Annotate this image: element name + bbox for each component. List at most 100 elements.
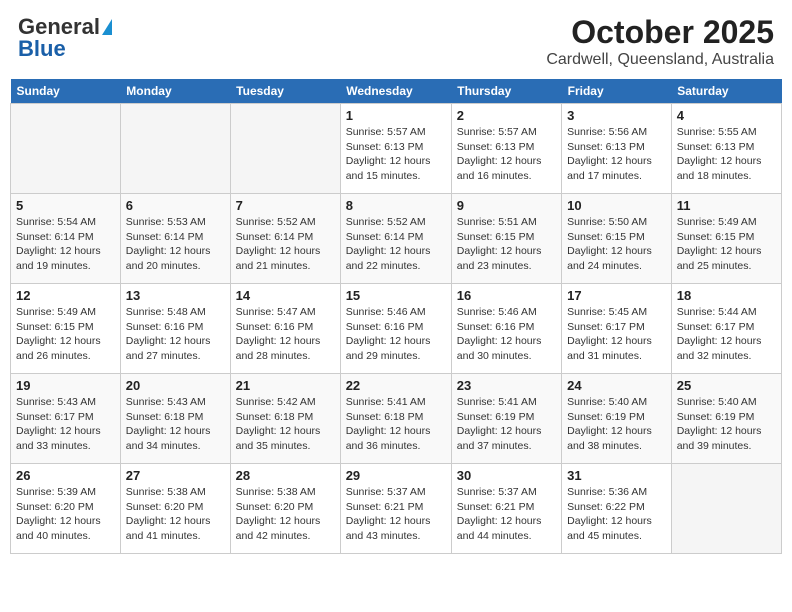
calendar-cell: 20Sunrise: 5:43 AMSunset: 6:18 PMDayligh…: [120, 374, 230, 464]
day-info: Sunrise: 5:37 AMSunset: 6:21 PMDaylight:…: [457, 485, 556, 544]
day-number: 3: [567, 108, 666, 123]
day-number: 30: [457, 468, 556, 483]
day-info: Sunrise: 5:44 AMSunset: 6:17 PMDaylight:…: [677, 305, 776, 364]
day-number: 23: [457, 378, 556, 393]
calendar-week-row: 1 Sunrise: 5:57 AMSunset: 6:13 PMDaylight…: [11, 104, 782, 194]
weekday-header-monday: Monday: [120, 79, 230, 104]
calendar-week-row: 26Sunrise: 5:39 AMSunset: 6:20 PMDayligh…: [11, 464, 782, 554]
day-number: 14: [236, 288, 335, 303]
day-number: 11: [677, 198, 776, 213]
day-info: Sunrise: 5:39 AMSunset: 6:20 PMDaylight:…: [16, 485, 115, 544]
day-number: 22: [346, 378, 446, 393]
calendar-cell: [230, 104, 340, 194]
day-number: 16: [457, 288, 556, 303]
calendar-cell: 2Sunrise: 5:57 AMSunset: 6:13 PMDaylight…: [451, 104, 561, 194]
calendar-cell: 10 Sunrise: 5:50 AMSunset: 6:15 PMDayligh…: [562, 194, 672, 284]
day-info: Sunrise: 5:49 AMSunset: 6:15 PMDaylight:…: [16, 305, 115, 364]
calendar-week-row: 12 Sunrise: 5:49 AMSunset: 6:15 PMDayligh…: [11, 284, 782, 374]
day-info: Sunrise: 5:50 AMSunset: 6:15 PMDaylight:…: [567, 215, 666, 274]
calendar-cell: 3Sunrise: 5:56 AMSunset: 6:13 PMDaylight…: [562, 104, 672, 194]
day-number: 19: [16, 378, 115, 393]
day-number: 2: [457, 108, 556, 123]
day-info: Sunrise: 5:57 AMSunset: 6:13 PMDaylight:…: [346, 125, 446, 184]
day-number: 10: [567, 198, 666, 213]
calendar-cell: 24Sunrise: 5:40 AMSunset: 6:19 PMDayligh…: [562, 374, 672, 464]
location-text: Cardwell, Queensland, Australia: [546, 51, 774, 69]
calendar-cell: [671, 464, 781, 554]
weekday-header-friday: Friday: [562, 79, 672, 104]
day-info: Sunrise: 5:36 AMSunset: 6:22 PMDaylight:…: [567, 485, 666, 544]
calendar-cell: 19 Sunrise: 5:43 AMSunset: 6:17 PMDayligh…: [11, 374, 121, 464]
day-info: Sunrise: 5:42 AMSunset: 6:18 PMDaylight:…: [236, 395, 335, 454]
day-info: Sunrise: 5:41 AMSunset: 6:19 PMDaylight:…: [457, 395, 556, 454]
calendar-cell: [11, 104, 121, 194]
day-number: 15: [346, 288, 446, 303]
logo-triangle-icon: [102, 19, 112, 35]
calendar-week-row: 5Sunrise: 5:54 AMSunset: 6:14 PMDaylight…: [11, 194, 782, 284]
calendar-cell: 15 Sunrise: 5:46 AMSunset: 6:16 PMDayligh…: [340, 284, 451, 374]
day-number: 7: [236, 198, 335, 213]
day-number: 21: [236, 378, 335, 393]
calendar-cell: 17 Sunrise: 5:45 AMSunset: 6:17 PMDayligh…: [562, 284, 672, 374]
page-header: General Blue October 2025 Cardwell, Quee…: [10, 10, 782, 73]
calendar-cell: 12 Sunrise: 5:49 AMSunset: 6:15 PMDayligh…: [11, 284, 121, 374]
day-info: Sunrise: 5:52 AMSunset: 6:14 PMDaylight:…: [346, 215, 446, 274]
day-info: Sunrise: 5:38 AMSunset: 6:20 PMDaylight:…: [126, 485, 225, 544]
day-number: 18: [677, 288, 776, 303]
weekday-header-sunday: Sunday: [11, 79, 121, 104]
calendar-cell: 21 Sunrise: 5:42 AMSunset: 6:18 PMDayligh…: [230, 374, 340, 464]
day-info: Sunrise: 5:48 AMSunset: 6:16 PMDaylight:…: [126, 305, 225, 364]
day-info: Sunrise: 5:53 AMSunset: 6:14 PMDaylight:…: [126, 215, 225, 274]
calendar-table: SundayMondayTuesdayWednesdayThursdayFrid…: [10, 79, 782, 554]
calendar-cell: 9 Sunrise: 5:51 AMSunset: 6:15 PMDaylight…: [451, 194, 561, 284]
logo: General Blue: [18, 14, 112, 62]
day-info: Sunrise: 5:46 AMSunset: 6:16 PMDaylight:…: [457, 305, 556, 364]
day-info: Sunrise: 5:38 AMSunset: 6:20 PMDaylight:…: [236, 485, 335, 544]
calendar-cell: [120, 104, 230, 194]
calendar-week-row: 19 Sunrise: 5:43 AMSunset: 6:17 PMDayligh…: [11, 374, 782, 464]
day-number: 20: [126, 378, 225, 393]
calendar-cell: 8Sunrise: 5:52 AMSunset: 6:14 PMDaylight…: [340, 194, 451, 284]
calendar-cell: 29 Sunrise: 5:37 AMSunset: 6:21 PMDayligh…: [340, 464, 451, 554]
calendar-cell: 30 Sunrise: 5:37 AMSunset: 6:21 PMDayligh…: [451, 464, 561, 554]
calendar-cell: 31 Sunrise: 5:36 AMSunset: 6:22 PMDayligh…: [562, 464, 672, 554]
calendar-cell: 4 Sunrise: 5:55 AMSunset: 6:13 PMDaylight…: [671, 104, 781, 194]
weekday-header-row: SundayMondayTuesdayWednesdayThursdayFrid…: [11, 79, 782, 104]
day-number: 4: [677, 108, 776, 123]
day-info: Sunrise: 5:49 AMSunset: 6:15 PMDaylight:…: [677, 215, 776, 274]
day-info: Sunrise: 5:51 AMSunset: 6:15 PMDaylight:…: [457, 215, 556, 274]
day-info: Sunrise: 5:54 AMSunset: 6:14 PMDaylight:…: [16, 215, 115, 274]
day-number: 28: [236, 468, 335, 483]
calendar-cell: 25 Sunrise: 5:40 AMSunset: 6:19 PMDayligh…: [671, 374, 781, 464]
day-info: Sunrise: 5:46 AMSunset: 6:16 PMDaylight:…: [346, 305, 446, 364]
day-info: Sunrise: 5:40 AMSunset: 6:19 PMDaylight:…: [677, 395, 776, 454]
logo-blue-text: Blue: [18, 36, 66, 62]
weekday-header-saturday: Saturday: [671, 79, 781, 104]
day-number: 25: [677, 378, 776, 393]
day-info: Sunrise: 5:45 AMSunset: 6:17 PMDaylight:…: [567, 305, 666, 364]
day-number: 1: [346, 108, 446, 123]
day-info: Sunrise: 5:52 AMSunset: 6:14 PMDaylight:…: [236, 215, 335, 274]
month-title: October 2025: [546, 14, 774, 51]
day-info: Sunrise: 5:55 AMSunset: 6:13 PMDaylight:…: [677, 125, 776, 184]
calendar-cell: 6 Sunrise: 5:53 AMSunset: 6:14 PMDaylight…: [120, 194, 230, 284]
calendar-cell: 28 Sunrise: 5:38 AMSunset: 6:20 PMDayligh…: [230, 464, 340, 554]
calendar-cell: 5Sunrise: 5:54 AMSunset: 6:14 PMDaylight…: [11, 194, 121, 284]
day-number: 29: [346, 468, 446, 483]
day-number: 24: [567, 378, 666, 393]
calendar-cell: 23 Sunrise: 5:41 AMSunset: 6:19 PMDayligh…: [451, 374, 561, 464]
calendar-cell: 22 Sunrise: 5:41 AMSunset: 6:18 PMDayligh…: [340, 374, 451, 464]
calendar-cell: 26Sunrise: 5:39 AMSunset: 6:20 PMDayligh…: [11, 464, 121, 554]
day-number: 6: [126, 198, 225, 213]
weekday-header-tuesday: Tuesday: [230, 79, 340, 104]
day-info: Sunrise: 5:37 AMSunset: 6:21 PMDaylight:…: [346, 485, 446, 544]
calendar-cell: 16 Sunrise: 5:46 AMSunset: 6:16 PMDayligh…: [451, 284, 561, 374]
day-number: 17: [567, 288, 666, 303]
day-number: 12: [16, 288, 115, 303]
day-info: Sunrise: 5:43 AMSunset: 6:17 PMDaylight:…: [16, 395, 115, 454]
day-info: Sunrise: 5:41 AMSunset: 6:18 PMDaylight:…: [346, 395, 446, 454]
calendar-cell: 18 Sunrise: 5:44 AMSunset: 6:17 PMDayligh…: [671, 284, 781, 374]
calendar-cell: 1 Sunrise: 5:57 AMSunset: 6:13 PMDaylight…: [340, 104, 451, 194]
day-number: 9: [457, 198, 556, 213]
day-number: 31: [567, 468, 666, 483]
